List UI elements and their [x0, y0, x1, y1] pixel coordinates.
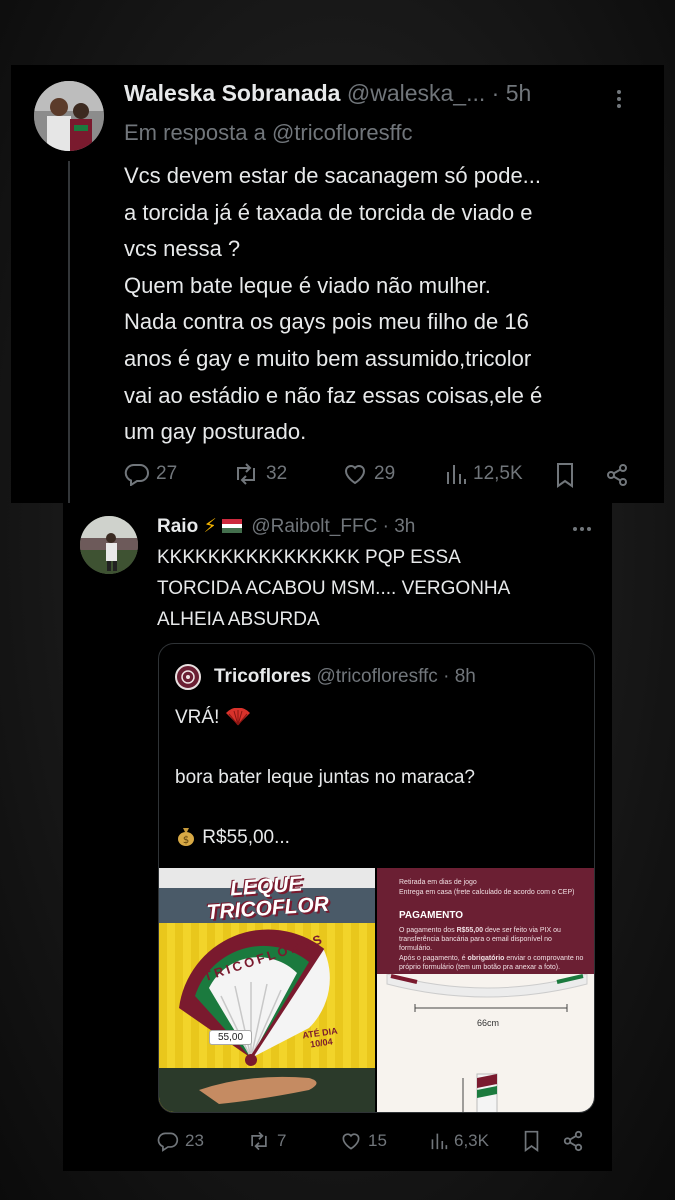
info-bullet-1: Retirada em dias de jogo: [399, 879, 477, 886]
reply-prefix: Em resposta a: [124, 120, 272, 145]
repost-button[interactable]: 7: [247, 1130, 286, 1152]
reply-count: 27: [156, 463, 178, 484]
repost-count: 32: [266, 463, 288, 484]
views-count: 6,3K: [454, 1131, 489, 1150]
info-p1-a: O pagamento dos: [399, 927, 457, 934]
like-count: 29: [374, 463, 396, 484]
reply-icon: [157, 1132, 179, 1152]
price-tag: 55,00: [209, 1030, 253, 1045]
author-name[interactable]: Tricoflores: [214, 666, 311, 687]
share-icon: [563, 1130, 583, 1152]
like-button[interactable]: 29: [342, 462, 395, 486]
like-icon: [342, 1133, 360, 1150]
hungary-flag-icon: [222, 515, 243, 533]
timestamp[interactable]: 3h: [394, 516, 415, 537]
avatar[interactable]: [34, 81, 104, 151]
screen: { "post1": { "author_name": "Waleska Sob…: [0, 0, 675, 1200]
author-name[interactable]: Raio: [157, 516, 198, 537]
views-button[interactable]: 6,3K: [430, 1130, 489, 1152]
dimension-label: 66cm: [477, 1018, 500, 1028]
views-icon: [447, 465, 466, 484]
like-icon: [344, 465, 366, 485]
tweet-text: Vcs devem estar de sacanagem só pode... …: [124, 163, 543, 445]
share-icon: [607, 464, 627, 486]
reply-context: Em resposta a @tricofloresffc: [124, 119, 412, 147]
money-bag-icon: $: [175, 825, 197, 856]
quoted-text-3: R$55,00...: [197, 827, 290, 848]
tweet-header: Raio ⚡ @Raibolt_FFC · 3h: [157, 514, 415, 540]
info-paragraph-1: O pagamento dos R$55,00 deve ser feito v…: [399, 926, 584, 953]
reply-to-handle[interactable]: @tricofloresffc: [272, 120, 413, 145]
tweet-text: KKKKKKKKKKKKKKKK PQP ESSA TORCIDA ACABOU…: [157, 547, 511, 630]
bookmark-icon: [524, 1130, 539, 1152]
info-p2-a: Após o pagamento, é: [399, 955, 468, 962]
reply-button[interactable]: 23: [157, 1130, 204, 1152]
timestamp[interactable]: 5h: [506, 80, 532, 106]
tweet-waleska[interactable]: Waleska Sobranada @waleska_... · 5h Em r…: [11, 65, 664, 503]
quoted-text-1: VRÁ!: [175, 707, 225, 728]
repost-button[interactable]: 32: [232, 462, 287, 486]
info-paragraph-2: Após o pagamento, é obrigatório enviar o…: [399, 954, 584, 972]
fan-diagram: [386, 973, 588, 1112]
info-p2-bold: obrigatório: [467, 955, 505, 962]
author-handle[interactable]: @tricofloresffc: [316, 666, 437, 687]
repost-icon: [237, 463, 255, 485]
repost-count: 7: [277, 1131, 287, 1150]
quoted-header: Tricoflores @tricofloresffc · 8h: [214, 664, 476, 690]
more-icon[interactable]: [573, 527, 591, 531]
dot-separator: ·: [443, 666, 450, 687]
thread-line: [68, 161, 70, 503]
views-icon: [431, 1133, 448, 1150]
reply-count: 23: [185, 1131, 204, 1150]
fan-emoji-icon: [225, 707, 251, 735]
media-image-dimensions[interactable]: 66cm: [377, 973, 594, 1112]
timestamp[interactable]: 8h: [455, 666, 476, 687]
dot-separator: ·: [382, 516, 389, 537]
views-count: 12,5K: [473, 463, 523, 484]
svg-text:$: $: [183, 835, 189, 846]
share-button[interactable]: [562, 1130, 584, 1152]
author-name[interactable]: Waleska Sobranada: [124, 80, 340, 106]
avatar[interactable]: [175, 664, 201, 690]
quoted-text-2: bora bater leque juntas no maraca?: [175, 767, 475, 788]
media-image-info[interactable]: Retirada em dias de jogo Entrega em casa…: [377, 868, 594, 974]
info-heading: PAGAMENTO: [399, 910, 464, 921]
lightning-icon: ⚡: [203, 516, 217, 537]
bookmark-button[interactable]: [523, 1130, 540, 1152]
like-count: 15: [368, 1131, 387, 1150]
tweet-header: Waleska Sobranada @waleska_... · 5h: [124, 79, 531, 107]
avatar[interactable]: [80, 516, 138, 574]
views-button[interactable]: 12,5K: [445, 462, 523, 486]
info-p1-price: R$55,00: [456, 927, 484, 934]
info-bullet-2: Entrega em casa (frete calculado de acor…: [399, 889, 575, 896]
reply-button[interactable]: 27: [124, 462, 177, 486]
like-button[interactable]: 15: [340, 1130, 387, 1152]
quoted-line-3: $ R$55,00...: [175, 824, 290, 856]
repost-icon: [251, 1131, 267, 1151]
dot-separator: ·: [491, 80, 500, 106]
author-handle[interactable]: @Raibolt_FFC: [251, 516, 377, 537]
quoted-tweet[interactable]: Tricoflores @tricofloresffc · 8h VRÁ! bo…: [158, 643, 595, 1113]
quoted-line-1: VRÁ!: [175, 704, 251, 735]
bookmark-button[interactable]: [555, 462, 575, 488]
author-handle[interactable]: @waleska_...: [347, 80, 485, 106]
media-image-poster[interactable]: LEQUE TRICOFLOR TRICOFLORES 55,00 ATÉ DI…: [159, 868, 375, 1112]
share-button[interactable]: [605, 463, 629, 487]
more-icon[interactable]: [617, 90, 621, 108]
bookmark-icon: [557, 463, 573, 488]
reply-icon: [124, 463, 149, 486]
